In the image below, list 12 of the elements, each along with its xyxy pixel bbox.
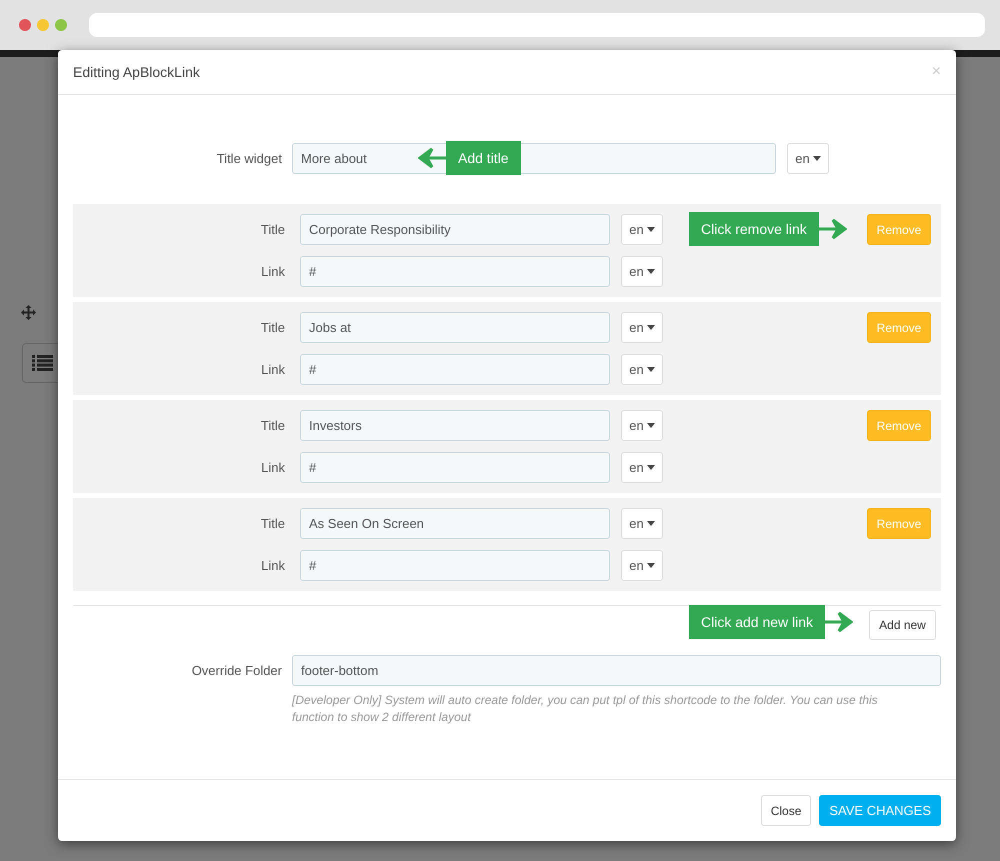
field-label: Link [260, 558, 285, 573]
field-label: Link [260, 264, 285, 279]
field-label: Link [260, 362, 285, 377]
field-label: Link [260, 460, 285, 475]
help-text: [Developer Only] System will auto create folder, you can put tpl of this shortcode to the folder. You can use this function to show 2 different layout [292, 692, 879, 726]
field-label: Title [260, 222, 285, 237]
field-label: Title widget [216, 151, 282, 166]
field-label: Title [260, 320, 285, 335]
field-label: Override Folder [190, 663, 282, 678]
modal-title: Editting ApBlockLink [73, 64, 200, 80]
field-label: Title [260, 516, 285, 531]
field-label: Title [260, 418, 285, 433]
